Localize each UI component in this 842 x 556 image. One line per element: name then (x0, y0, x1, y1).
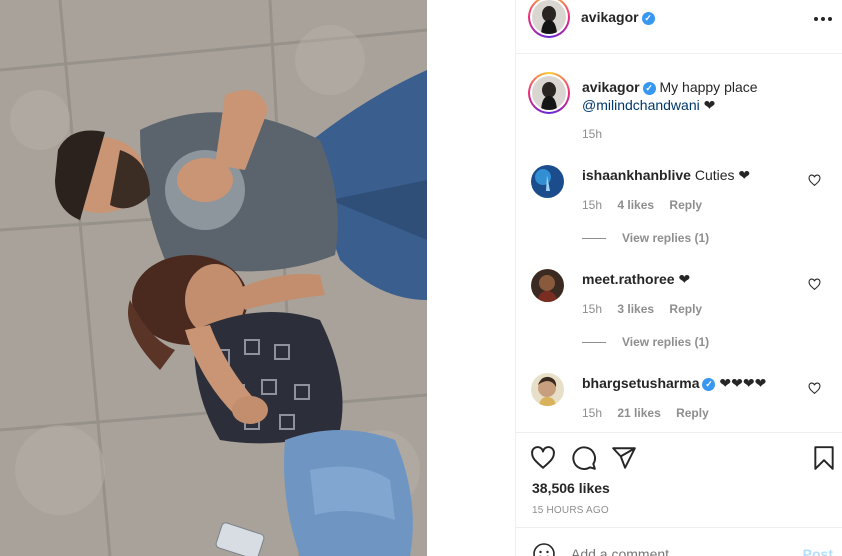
comment-username[interactable]: ishaankhanblive (582, 167, 691, 183)
comment-body: ❤❤❤❤ (719, 375, 767, 391)
verified-badge-icon: ✓ (642, 82, 656, 95)
post-actions: 38,506 likes 15 HOURS AGO Post (516, 432, 842, 556)
replies-divider-line (582, 238, 606, 240)
post-header: avikagor ✓ (516, 0, 842, 54)
comment-likes[interactable]: 21 likes (617, 406, 660, 420)
author-username[interactable]: avikagor ✓ (581, 9, 655, 25)
comment-input[interactable] (571, 546, 771, 556)
commenter-avatar[interactable] (531, 165, 564, 198)
caption-timestamp[interactable]: 15h (582, 127, 602, 141)
post-time-ago[interactable]: 15 HOURS AGO (532, 505, 609, 516)
author-username-text: avikagor (581, 9, 639, 25)
comment-username[interactable]: bhargsetusharma (582, 375, 699, 391)
bookmark-icon[interactable] (811, 445, 837, 471)
post-photo-image (0, 0, 427, 556)
emoji-icon[interactable] (532, 542, 556, 556)
post-side-panel: avikagor ✓ avikagor ✓ My happy place @mili… (515, 0, 842, 556)
caption-text: avikagor ✓ My happy place @milindchandwan… (582, 78, 827, 114)
view-replies-button[interactable]: View replies (1) (582, 335, 709, 349)
commenter-avatar-image (531, 269, 564, 302)
comment-meta: 15h 3 likes Reply (582, 302, 714, 316)
comment-time[interactable]: 15h (582, 198, 602, 212)
post-photo[interactable] (0, 0, 427, 556)
author-avatar-image (532, 0, 566, 34)
comment-time[interactable]: 15h (582, 406, 602, 420)
view-replies-label: View replies (1) (622, 335, 710, 349)
comment-time[interactable]: 15h (582, 302, 602, 316)
comment-text: ishaankhanblive Cuties ❤ (582, 166, 750, 184)
comment-meta: 15h 21 likes Reply (582, 406, 721, 420)
comment-reply-button[interactable]: Reply (669, 302, 702, 316)
post-comment-button[interactable]: Post (803, 546, 833, 556)
comment-like-heart-icon[interactable] (808, 382, 821, 395)
comment-icon[interactable] (571, 445, 597, 471)
comment-like-heart-icon[interactable] (808, 278, 821, 291)
view-replies-label: View replies (1) (622, 231, 710, 245)
caption-heart-emoji: ❤ (703, 97, 716, 113)
comment-username[interactable]: meet.rathoree (582, 271, 675, 287)
author-avatar[interactable] (528, 0, 570, 38)
caption-avatar[interactable] (528, 72, 570, 114)
comment-likes[interactable]: 3 likes (617, 302, 654, 316)
more-options-icon[interactable] (813, 9, 833, 23)
verified-badge-icon: ✓ (641, 12, 655, 25)
comment-likes[interactable]: 4 likes (617, 198, 654, 212)
comment-meta: 15h 4 likes Reply (582, 198, 714, 212)
commenter-avatar[interactable] (531, 269, 564, 302)
add-comment-bar: Post (516, 527, 842, 556)
comment-reply-button[interactable]: Reply (669, 198, 702, 212)
caption-avatar-image (532, 76, 566, 110)
view-replies-button[interactable]: View replies (1) (582, 231, 709, 245)
commenter-avatar-image (531, 373, 564, 406)
share-icon[interactable] (611, 445, 637, 471)
likes-count[interactable]: 38,506 likes (532, 480, 610, 496)
comment-reply-button[interactable]: Reply (676, 406, 709, 420)
heart-icon[interactable] (530, 445, 556, 471)
verified-badge-icon: ✓ (702, 378, 716, 391)
comment-text: bhargsetusharma ✓ ❤❤❤❤ (582, 374, 766, 392)
commenter-avatar-image (531, 165, 564, 198)
caption-mention-link[interactable]: @milindchandwani (582, 97, 700, 113)
comment-body: ❤ (678, 271, 691, 287)
comment-body: Cuties ❤ (694, 167, 751, 183)
replies-divider-line (582, 342, 606, 344)
comment-like-heart-icon[interactable] (808, 174, 821, 187)
comment-text: meet.rathoree ❤ (582, 270, 690, 288)
caption-body: My happy place (659, 79, 758, 95)
commenter-avatar[interactable] (531, 373, 564, 406)
caption-username[interactable]: avikagor (582, 79, 640, 95)
